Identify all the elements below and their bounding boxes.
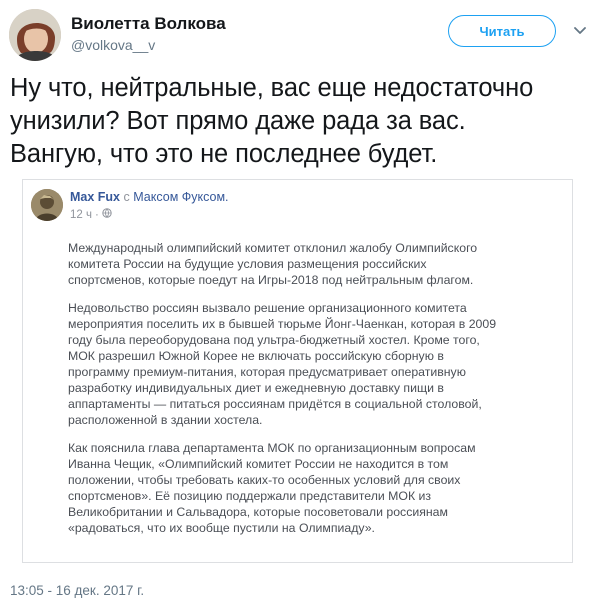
paragraph-line: Недовольство россиян вызвало решение орг… — [68, 301, 467, 315]
paragraph-line: аппартаменты — питаться россиянам придёт… — [68, 397, 482, 411]
tweet-text: Ну что, нейтральные, вас еще недостаточн… — [10, 72, 590, 171]
paragraph-line: Как пояснила глава департамента МОК по о… — [68, 441, 476, 455]
paragraph-line: мероприятия поселить их в бывшей тюрьме … — [68, 317, 497, 331]
paragraph-line: году была переоборудована под ультра-бюд… — [68, 333, 480, 347]
paragraph-line: Иванна Чещик, «Олимпийский комитет Росси… — [68, 457, 449, 471]
embedded-post-avatar — [31, 189, 63, 221]
tweet-timestamp[interactable]: 13:05 - 16 дек. 2017 г. — [10, 583, 144, 598]
author-name[interactable]: Виолетта Волкова — [71, 14, 226, 34]
tweet-card: Виолетта Волкова @volkova__v Читать Ну ч… — [0, 0, 596, 604]
paragraph-line: «радоваться, что их вообще пустили на Ол… — [68, 521, 375, 535]
paragraph-line: положении, чтобы требовать каких-то особ… — [68, 473, 461, 487]
paragraph-line: спортсменов, которые поедут на Игры-2018… — [68, 273, 474, 287]
embedded-post-paragraph: Как пояснила глава департамента МОК по о… — [68, 440, 558, 536]
tweet-text-line: унизили? Вот прямо даже рада за вас. — [10, 107, 466, 135]
chevron-down-icon[interactable] — [572, 24, 588, 38]
tweet-text-line: Вангую, что это не последнее будет. — [10, 140, 438, 168]
avatar-image — [9, 9, 61, 61]
author-handle[interactable]: @volkova__v — [71, 37, 155, 53]
globe-icon — [102, 208, 112, 221]
tweet-text-line: Ну что, нейтральные, вас еще недостаточн… — [10, 74, 534, 102]
embedded-post-time: 12 ч — [70, 208, 92, 221]
embedded-post-tagged: Максом Фуксом. — [133, 190, 229, 204]
paragraph-line: МОК разрешил Южной Корее не включать рос… — [68, 349, 444, 363]
paragraph-line: расположенной в здании хостела. — [68, 413, 263, 427]
paragraph-line: спортсменов». Её позицию поддержали пред… — [68, 489, 432, 503]
embedded-post-image[interactable]: Max Fux с Максом Фуксом. 12 ч · Междунар… — [22, 179, 573, 563]
embedded-post-body: Международный олимпийский комитет отклон… — [68, 240, 558, 548]
embedded-post-paragraph: Недовольство россиян вызвало решение орг… — [68, 300, 558, 428]
paragraph-line: разработку индивидуальных диет и ежеднев… — [68, 381, 444, 395]
embedded-post-with: с — [123, 190, 130, 204]
embedded-post-author-line: Max Fux с Максом Фуксом. — [70, 190, 229, 204]
paragraph-line: Великобритании и Сальвадора, которые пос… — [68, 505, 448, 519]
paragraph-line: программу премиум-питания, которая преду… — [68, 365, 466, 379]
meta-separator: · — [94, 208, 99, 221]
follow-button[interactable]: Читать — [448, 15, 556, 47]
avatar[interactable] — [9, 9, 61, 61]
paragraph-line: комитета России на будущие условия разме… — [68, 257, 427, 271]
embedded-post-author: Max Fux — [70, 190, 121, 204]
paragraph-line: Международный олимпийский комитет отклон… — [68, 241, 478, 255]
embedded-post-paragraph: Международный олимпийский комитет отклон… — [68, 240, 558, 288]
embedded-post-meta: 12 ч · — [70, 208, 112, 221]
